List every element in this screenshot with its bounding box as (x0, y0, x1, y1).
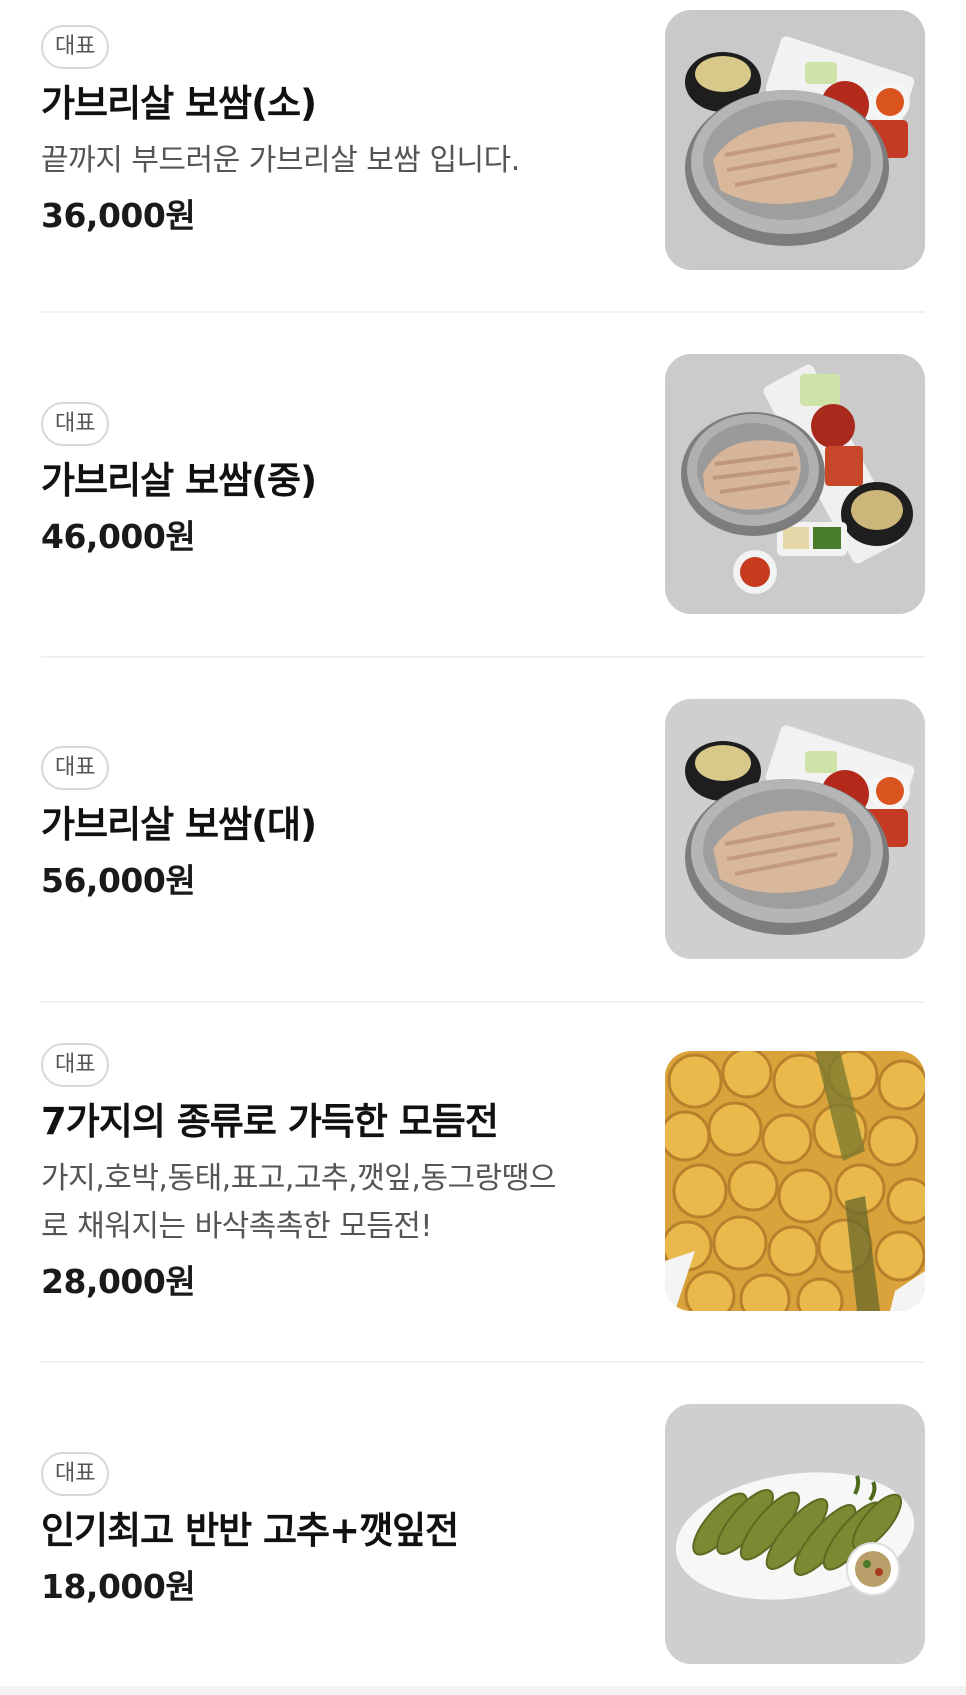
menu-item-text: 대표 7가지의 종류로 가득한 모듬전 가지,호박,동태,표고,고추,깻잎,동그… (41, 1043, 621, 1305)
menu-item-price: 18,000원 (41, 1567, 196, 1606)
menu-item-mixed-jeon[interactable]: 대표 7가지의 종류로 가득한 모듬전 가지,호박,동태,표고,고추,깻잎,동그… (41, 1043, 925, 1313)
menu-item-description: 가지,호박,동태,표고,고추,깻잎,동그랑땡으 로 채워지는 바삭촉촉한 모듬전… (41, 1155, 621, 1251)
menu-item-name: 7가지의 종류로 가득한 모듬전 (41, 1100, 499, 1143)
menu-item-text: 대표 인기최고 반반 고추+깻잎전 18,000원 (41, 1452, 621, 1610)
divider (41, 1001, 925, 1003)
bottom-bar (0, 1686, 966, 1695)
bossam-photo-icon[interactable] (665, 10, 925, 270)
signature-badge: 대표 (41, 402, 110, 446)
menu-item-price: 46,000원 (41, 517, 196, 556)
menu-item-price: 28,000원 (41, 1262, 196, 1301)
bossam-photo-icon[interactable] (665, 354, 925, 614)
jeon-photo-icon[interactable] (665, 1051, 925, 1311)
menu-item-bossam-medium[interactable]: 대표 가브리살 보쌈(중) 46,000원 (41, 354, 925, 614)
divider (41, 656, 925, 658)
menu-item-text: 대표 가브리살 보쌈(소) 끝까지 부드러운 가브리살 보쌈 입니다. 36,0… (41, 25, 621, 239)
menu-item-description-line: 가지,호박,동태,표고,고추,깻잎,동그랑땡으 (41, 1161, 556, 1196)
menu-item-text: 대표 가브리살 보쌈(대) 56,000원 (41, 746, 621, 904)
menu-item-name: 인기최고 반반 고추+깻잎전 (41, 1509, 459, 1552)
menu-item-description-line: 로 채워지는 바삭촉촉한 모듬전! (41, 1209, 432, 1244)
signature-badge: 대표 (41, 25, 110, 69)
bossam-photo-icon[interactable] (665, 699, 925, 959)
signature-badge: 대표 (41, 746, 110, 790)
signature-badge: 대표 (41, 1452, 110, 1496)
menu-item-pepper-perilla-jeon[interactable]: 대표 인기최고 반반 고추+깻잎전 18,000원 (41, 1404, 925, 1664)
signature-badge: 대표 (41, 1043, 110, 1087)
menu-item-price: 36,000원 (41, 196, 196, 235)
menu-item-price: 56,000원 (41, 861, 196, 900)
menu-item-bossam-large[interactable]: 대표 가브리살 보쌈(대) 56,000원 (41, 699, 925, 959)
menu-item-name: 가브리살 보쌈(중) (41, 459, 317, 502)
menu-item-name: 가브리살 보쌈(소) (41, 82, 317, 125)
menu-item-text: 대표 가브리살 보쌈(중) 46,000원 (41, 402, 621, 560)
menu-item-name: 가브리살 보쌈(대) (41, 803, 317, 846)
menu-list: 대표 가브리살 보쌈(소) 끝까지 부드러운 가브리살 보쌈 입니다. 36,0… (0, 0, 966, 1695)
divider (41, 1361, 925, 1363)
menu-item-bossam-small[interactable]: 대표 가브리살 보쌈(소) 끝까지 부드러운 가브리살 보쌈 입니다. 36,0… (41, 10, 925, 270)
divider (41, 311, 925, 313)
menu-item-description: 끝까지 부드러운 가브리살 보쌈 입니다. (41, 143, 520, 178)
pepper-perilla-jeon-photo-icon[interactable] (665, 1404, 925, 1664)
